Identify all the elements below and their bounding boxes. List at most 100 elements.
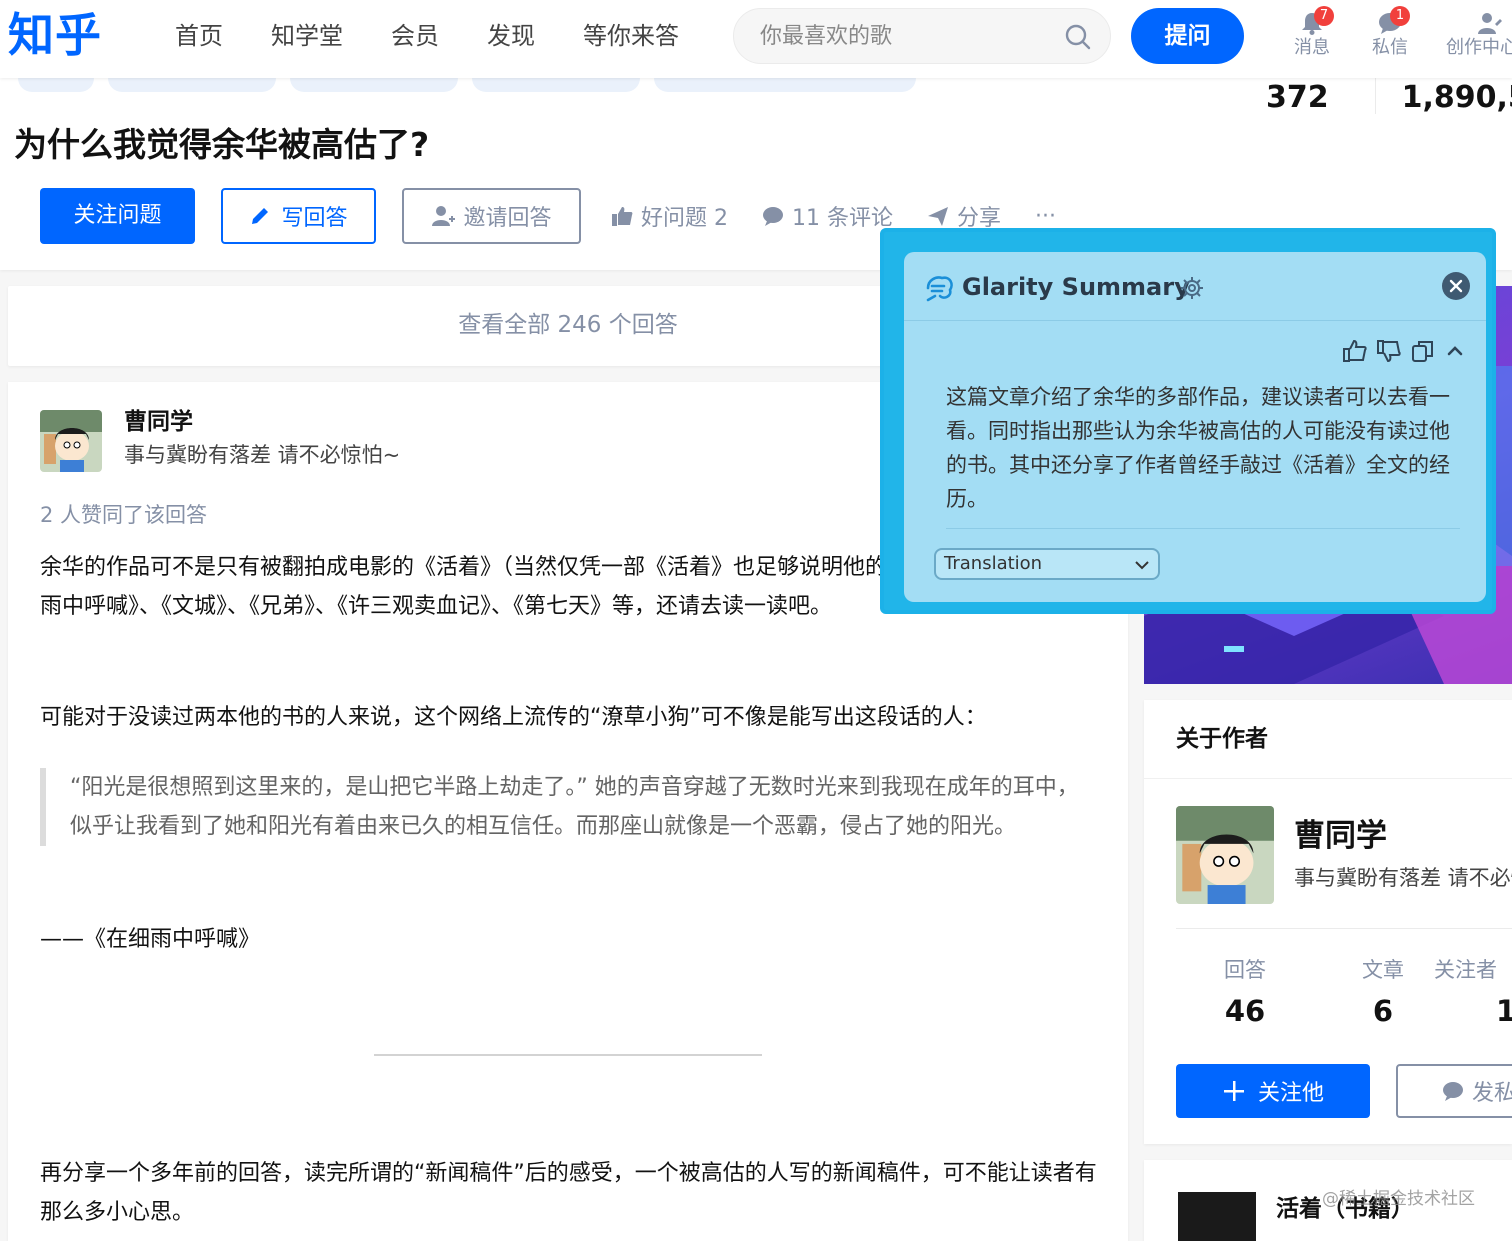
glarity-title: Glarity Summary xyxy=(962,273,1190,301)
card-divider xyxy=(1176,928,1512,929)
creator-center-nav[interactable]: 创作中心 xyxy=(1436,6,1512,68)
zhihu-logo[interactable]: 知乎 xyxy=(8,6,102,64)
add-user-icon xyxy=(432,206,456,226)
copy-icon[interactable] xyxy=(1410,338,1436,364)
quote-source: ——《在细雨中呼喊》 xyxy=(40,927,261,952)
messages-badge: 7 xyxy=(1314,6,1334,26)
top-navbar: 知乎 首页 知学堂 会员 发现 等你来答 提问 消息 7 私信 1 创作中心 xyxy=(0,0,1512,78)
stat-label: 关注者 xyxy=(1434,958,1497,982)
search-box xyxy=(733,8,1111,64)
question-title[interactable]: 为什么我觉得余华被高估了? xyxy=(14,122,429,168)
nav-link-waiting[interactable]: 等你来答 xyxy=(583,18,679,54)
send-message-label: 发私信 xyxy=(1472,1081,1512,1106)
search-icon[interactable] xyxy=(1064,23,1092,51)
thumbs-up-icon xyxy=(612,207,633,226)
author-name[interactable]: 曹同学 xyxy=(124,406,193,438)
messages-label: 消息 xyxy=(1294,37,1330,58)
translation-selected-value: Translation xyxy=(944,553,1043,574)
close-button[interactable] xyxy=(1442,272,1470,300)
topic-tag[interactable] xyxy=(18,78,94,92)
summary-toolbar xyxy=(1334,338,1466,364)
comments-button[interactable]: 11 条评论 xyxy=(762,200,893,232)
glarity-summary-body: Glarity Summary 这篇文章介绍了余华的多部作品，建议读者可以去看一… xyxy=(904,252,1486,602)
question-stats: 372 1,890,513 xyxy=(1266,78,1512,118)
private-message-badge: 1 xyxy=(1390,6,1410,26)
about-author-title: 关于作者 xyxy=(1176,726,1268,752)
share-icon xyxy=(928,207,948,226)
nav-link-discover[interactable]: 发现 xyxy=(487,18,535,54)
stat-value: 6 xyxy=(1372,994,1394,1028)
close-icon xyxy=(1449,279,1463,293)
creator-icon xyxy=(1478,13,1502,34)
about-author-card: 关于作者 曹同学 事与冀盼有落差 请不必惊怕~ 回答 46 文章 6 关注者 1… xyxy=(1144,700,1512,1144)
nav-link-vip[interactable]: 会员 xyxy=(391,18,439,54)
avatar-image xyxy=(40,410,102,472)
answer-quote: “阳光是很想照到这里来的，是山把它半路上劫走了。” 她的声音穿越了无数时光来到我… xyxy=(40,768,1100,846)
topic-tag[interactable] xyxy=(472,78,640,92)
search-input[interactable] xyxy=(760,19,1050,53)
translation-select[interactable]: Translation xyxy=(934,548,1160,580)
author-avatar[interactable] xyxy=(1176,806,1274,904)
answer-paragraph: 再分享一个多年前的回答，读完所谓的“新闻稿件”后的感受，一个被高估的人写的新闻稿… xyxy=(40,1161,1097,1225)
follow-author-button[interactable]: 关注他 xyxy=(1176,1064,1370,1118)
good-question-button[interactable]: 好问题 2 xyxy=(611,200,728,232)
nav-link-learning[interactable]: 知学堂 xyxy=(271,18,343,54)
messages-nav[interactable]: 消息 7 xyxy=(1272,6,1352,68)
author-card-name[interactable]: 曹同学 xyxy=(1294,816,1387,856)
topic-tag[interactable] xyxy=(654,78,916,92)
pencil-icon xyxy=(252,208,269,224)
invite-answer-button[interactable]: 邀请回答 xyxy=(402,188,581,244)
thumbs-up-icon[interactable] xyxy=(1342,338,1368,364)
gear-icon[interactable] xyxy=(1180,276,1204,300)
nav-link-home[interactable]: 首页 xyxy=(175,18,223,54)
stats-divider xyxy=(1374,78,1376,114)
comment-icon xyxy=(763,207,783,226)
invite-answer-label: 邀请回答 xyxy=(463,206,552,231)
comments-label: 11 条评论 xyxy=(792,206,893,231)
chat-bubble-icon xyxy=(1443,1082,1463,1101)
answer-paragraph: 可能对于没读过两本他的书的人来说，这个网络上流传的“潦草小狗”可不像是能写出这段… xyxy=(40,705,987,730)
more-button[interactable]: ··· xyxy=(1035,204,1056,229)
ask-button[interactable]: 提问 xyxy=(1131,8,1244,64)
stat-label: 回答 xyxy=(1224,958,1266,982)
panel-divider xyxy=(946,528,1460,529)
watermark: @稀土掘金技术社区 xyxy=(1322,1189,1475,1209)
private-message-nav[interactable]: 私信 1 xyxy=(1350,6,1430,68)
chevron-down-icon xyxy=(1135,561,1149,570)
topic-tag[interactable] xyxy=(108,78,276,92)
topic-tags xyxy=(18,78,930,92)
private-message-label: 私信 xyxy=(1372,37,1408,58)
avatar[interactable] xyxy=(40,410,102,472)
author-stat-answers[interactable]: 回答 46 xyxy=(1175,954,1315,1036)
plus-icon xyxy=(1223,1081,1244,1101)
views-count: 1,890,513 xyxy=(1401,80,1512,115)
book-cover-image xyxy=(1178,1192,1256,1241)
section-divider xyxy=(374,1054,762,1056)
topic-tag[interactable] xyxy=(290,78,458,92)
glarity-brain-icon xyxy=(926,276,953,302)
nav-links: 首页 知学堂 会员 发现 等你来答 xyxy=(175,18,727,54)
creator-center-label: 创作中心 xyxy=(1446,37,1512,58)
panel-divider xyxy=(904,320,1486,321)
write-answer-label: 写回答 xyxy=(281,206,348,231)
send-message-button[interactable]: 发私信 xyxy=(1396,1064,1512,1118)
good-question-label: 好问题 2 xyxy=(641,206,728,231)
avatar-image xyxy=(1176,806,1274,904)
chevron-up-icon[interactable] xyxy=(1444,340,1466,362)
glarity-summary-panel: Glarity Summary 这篇文章介绍了余华的多部作品，建议读者可以去看一… xyxy=(880,228,1496,614)
stat-label: 文章 xyxy=(1362,958,1404,982)
author-bio: 事与冀盼有落差 请不必惊怕~ xyxy=(124,443,401,467)
summary-text: 这篇文章介绍了余华的多部作品，建议读者可以去看一看。同时指出那些认为余华被高估的… xyxy=(946,385,1450,511)
write-answer-button[interactable]: 写回答 xyxy=(221,188,376,244)
card-divider xyxy=(1144,778,1512,779)
stat-value: 1 xyxy=(1496,994,1512,1028)
vote-count: 2 人赞同了该回答 xyxy=(40,503,208,527)
author-card-bio: 事与冀盼有落差 请不必惊怕~ xyxy=(1294,866,1512,890)
stat-value: 46 xyxy=(1224,994,1266,1028)
thumbs-down-icon[interactable] xyxy=(1376,338,1402,364)
followers-count: 372 xyxy=(1266,80,1329,115)
author-stat-articles[interactable]: 文章 6 xyxy=(1313,954,1453,1036)
follow-question-button[interactable]: 关注问题 xyxy=(40,188,195,244)
follow-author-label: 关注他 xyxy=(1257,1081,1324,1106)
author-stat-followers[interactable]: 关注者 1 xyxy=(1434,954,1512,1036)
